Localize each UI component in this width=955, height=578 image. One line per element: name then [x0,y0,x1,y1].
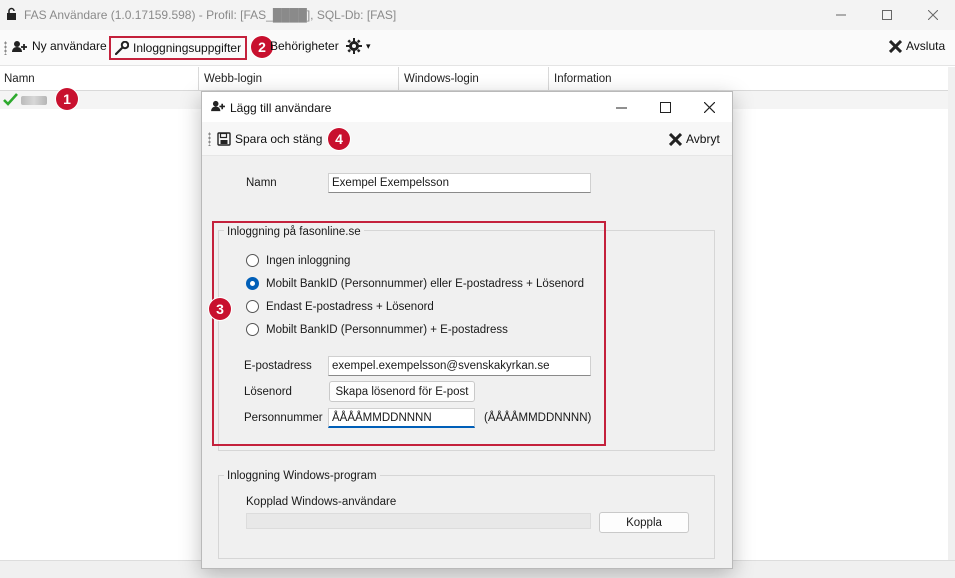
save-close-label: Spara och stäng [235,132,323,146]
name-field[interactable]: Exempel Exempelsson [328,173,591,193]
radio-indicator [246,254,259,267]
gear-icon [346,38,362,54]
dialog-titlebar: Lägg till användare [202,92,732,122]
column-header-information[interactable]: Information [554,73,612,85]
grid-header: Namn Webb-login Windows-login Informatio… [0,67,949,91]
annotation-badge-1: 1 [56,88,78,110]
radio-indicator [246,300,259,313]
wrench-icon [115,41,129,55]
save-icon [217,132,231,146]
permissions-button[interactable]: Behörigheter [270,39,339,53]
annotation-badge-4: 4 [328,128,350,150]
dialog-minimize-button[interactable] [598,92,644,122]
login-details-button[interactable]: Inloggningsuppgifter [109,36,248,60]
linked-windows-user-label: Kopplad Windows-användare [246,496,397,508]
cancel-label: Avbryt [686,132,720,146]
main-titlebar: FAS Användare (1.0.17159.598) - Profil: … [0,0,955,30]
add-user-icon [211,100,226,115]
create-password-button[interactable]: Skapa lösenord för E-post [329,381,475,402]
main-window-title: FAS Användare (1.0.17159.598) - Profil: … [24,8,397,22]
radio-label: Endast E-postadress + Lösenord [266,300,434,313]
toolbar-grip [4,41,7,55]
dialog-maximize-button[interactable] [642,92,688,122]
personnummer-format-hint: (ÅÅÅÅMMDDNNNN) [484,412,592,424]
radio-email-only[interactable]: Endast E-postadress + Lösenord [246,300,434,313]
column-header-web-login[interactable]: Webb-login [204,73,262,85]
column-header-windows-login[interactable]: Windows-login [404,73,479,85]
maximize-button[interactable] [864,0,910,30]
grid-scrollbar[interactable] [948,67,955,567]
redacted-user-name [21,96,47,105]
column-divider [398,67,399,90]
login-group-title: Inloggning på fasonline.se [224,226,364,238]
new-user-label: Ny användare [32,39,107,53]
exit-button[interactable]: Avsluta [889,39,945,53]
new-user-button[interactable]: Ny användare [12,39,107,53]
annotation-badge-3: 3 [209,298,231,320]
close-button[interactable] [910,0,955,30]
radio-label: Ingen inloggning [266,254,351,267]
cancel-button[interactable]: Avbryt [669,132,720,146]
radio-indicator-selected [246,277,259,290]
linked-windows-user-field [246,513,591,529]
radio-no-login[interactable]: Ingen inloggning [246,254,350,267]
dialog-title: Lägg till användare [230,101,332,115]
main-toolbar: Ny användare Inloggningsuppgifter 2 Behö… [0,30,955,66]
email-field[interactable]: exempel.exempelsson@svenskakyrkan.se [328,356,591,376]
permissions-label: Behörigheter [270,39,339,53]
dialog-toolbar: Spara och stäng 4 Avbryt [202,122,732,156]
radio-label: Mobilt BankID (Personnummer) eller E-pos… [266,277,584,290]
minimize-button[interactable] [818,0,864,30]
personnummer-field[interactable]: ÅÅÅÅMMDDNNNN [328,408,475,428]
column-divider [548,67,549,90]
column-divider [198,67,199,90]
chevron-down-icon: ▾ [366,40,371,51]
add-user-icon [12,40,28,53]
login-details-label: Inloggningsuppgifter [133,41,242,55]
close-x-icon [669,132,682,146]
radio-label: Mobilt BankID (Personnummer) + E-postadr… [266,323,508,336]
dialog-close-button[interactable] [686,92,732,122]
email-label: E-postadress [244,360,312,372]
radio-indicator [246,323,259,336]
exit-label: Avsluta [906,39,946,53]
checkmark-icon [3,93,18,109]
close-x-icon [889,39,902,53]
save-close-button[interactable]: Spara och stäng [217,132,322,146]
radio-bankid-plus-email[interactable]: Mobilt BankID (Personnummer) + E-postadr… [246,323,508,336]
settings-dropdown-button[interactable]: ▾ [346,38,371,54]
password-label: Lösenord [244,386,292,398]
lock-icon [6,7,17,24]
name-label: Namn [246,177,277,189]
add-user-dialog: Lägg till användare Spara och stäng 4 Av… [201,91,733,569]
column-header-name[interactable]: Namn [4,73,35,85]
link-windows-user-button[interactable]: Koppla [599,512,689,533]
windows-login-group-title: Inloggning Windows-program [224,470,380,482]
personnummer-label: Personnummer [244,412,323,424]
toolbar-grip [208,132,211,146]
radio-bankid-or-email[interactable]: Mobilt BankID (Personnummer) eller E-pos… [246,277,584,290]
